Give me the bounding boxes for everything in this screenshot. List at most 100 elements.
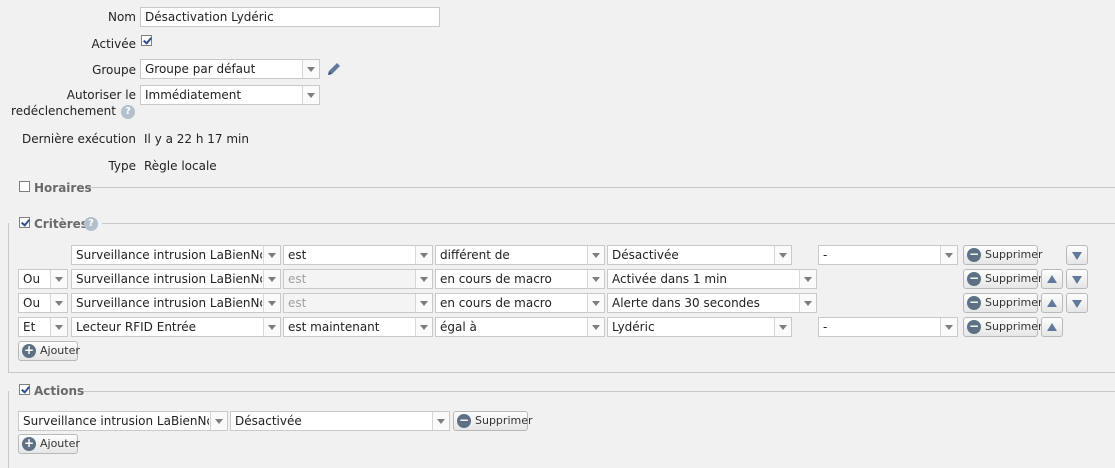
- criteria-device-select[interactable]: Surveillance intrusion LaBienNommée: [71, 293, 281, 313]
- delete-criteria-button[interactable]: − Supprimer: [963, 269, 1043, 289]
- criteria-connector-select[interactable]: Ou: [18, 269, 68, 289]
- name-input[interactable]: Désactivation Lydéric: [140, 7, 440, 27]
- criteria-connector-select[interactable]: Ou: [18, 293, 68, 313]
- move-down-button[interactable]: [1066, 245, 1088, 265]
- criteria-operator-select[interactable]: est: [283, 269, 433, 289]
- chevron-down-icon: [415, 294, 432, 312]
- criteria-device-select[interactable]: Surveillance intrusion LaBienNommée: [71, 269, 281, 289]
- criteria-extra-select[interactable]: -: [818, 317, 958, 337]
- criteria-value-select-value: Désactivée: [612, 248, 679, 262]
- action-value-select[interactable]: Désactivée: [230, 411, 450, 431]
- criteria-value-select[interactable]: Activée dans 1 min: [607, 269, 817, 289]
- help-icon[interactable]: ?: [121, 105, 135, 119]
- criteria-comparison-select-value: égal à: [440, 320, 477, 334]
- criteria-comparison-select[interactable]: égal à: [435, 317, 605, 337]
- criteria-connector-select-value: Et: [23, 320, 36, 334]
- schedules-checkbox[interactable]: [19, 181, 30, 192]
- criteria-value-select[interactable]: Désactivée: [607, 245, 792, 265]
- schedules-divider: [88, 187, 1115, 188]
- criteria-operator-select[interactable]: est: [283, 293, 433, 313]
- criteria-value-select-value: Activée dans 1 min: [612, 272, 728, 286]
- move-down-button[interactable]: [1066, 269, 1088, 289]
- add-action-button[interactable]: + Ajouter: [18, 434, 80, 454]
- criteria-value-select-value: Alerte dans 30 secondes: [612, 296, 760, 310]
- retrigger-select-value: Immédiatement: [145, 88, 242, 102]
- criteria-value-select[interactable]: Alerte dans 30 secondes: [607, 293, 817, 313]
- move-up-button[interactable]: [1041, 269, 1063, 289]
- chevron-down-icon: [587, 246, 604, 264]
- criteria-comparison-select-value: en cours de macro: [440, 272, 552, 286]
- criteria-operator-select[interactable]: est maintenant: [283, 317, 433, 337]
- last-run-value: Il y a 22 h 17 min: [144, 132, 249, 146]
- minus-icon: −: [967, 247, 981, 262]
- delete-criteria-button[interactable]: − Supprimer: [963, 293, 1043, 313]
- criteria-device-select-value: Surveillance intrusion LaBienNommée: [76, 296, 262, 310]
- action-device-value: Surveillance intrusion LaBienNommée: [23, 414, 209, 428]
- add-action-label: Ajouter: [40, 437, 80, 450]
- chevron-down-icon: [263, 318, 280, 336]
- criteria-device-select[interactable]: Surveillance intrusion LaBienNommée: [71, 245, 281, 265]
- criteria-extra-select[interactable]: -: [818, 245, 958, 265]
- chevron-down-icon: [50, 270, 67, 288]
- group-select[interactable]: Groupe par défaut: [140, 59, 320, 79]
- criteria-comparison-select-value: en cours de macro: [440, 296, 552, 310]
- chevron-down-icon: [263, 246, 280, 264]
- chevron-down-icon: [774, 246, 791, 264]
- chevron-down-icon: [415, 270, 432, 288]
- active-checkbox[interactable]: [141, 35, 152, 46]
- criteria-comparison-select[interactable]: en cours de macro: [435, 293, 605, 313]
- minus-icon: −: [967, 319, 981, 334]
- plus-icon: +: [22, 343, 36, 358]
- criteria-comparison-select[interactable]: différent de: [435, 245, 605, 265]
- type-label: Type: [108, 159, 136, 173]
- move-down-button[interactable]: [1066, 293, 1088, 313]
- chevron-down-icon: [263, 270, 280, 288]
- delete-criteria-button[interactable]: − Supprimer: [963, 245, 1043, 265]
- criteria-device-select-value: Surveillance intrusion LaBienNommée: [76, 248, 262, 262]
- delete-action-label: Supprimer: [475, 414, 533, 427]
- criteria-connector-select-value: Ou: [23, 296, 41, 310]
- criteria-connector-select[interactable]: Et: [18, 317, 68, 337]
- criteria-operator-select[interactable]: est: [283, 245, 433, 265]
- actions-title: Actions: [34, 384, 85, 398]
- chevron-down-icon: [940, 318, 957, 336]
- group-select-value: Groupe par défaut: [145, 62, 256, 76]
- last-run-label: Dernière exécution: [21, 132, 136, 146]
- action-device-select[interactable]: Surveillance intrusion LaBienNommée: [18, 411, 228, 431]
- retrigger-label-line2: redéclenchement: [11, 104, 116, 118]
- active-label: Activée: [91, 37, 136, 51]
- retrigger-select[interactable]: Immédiatement: [140, 85, 320, 105]
- actions-checkbox[interactable]: [19, 384, 30, 395]
- add-criteria-button[interactable]: + Ajouter: [18, 341, 80, 361]
- criteria-device-select[interactable]: Lecteur RFID Entrée: [71, 317, 281, 337]
- move-up-button[interactable]: [1041, 293, 1063, 313]
- minus-icon: −: [967, 271, 981, 286]
- delete-criteria-label: Supprimer: [985, 272, 1043, 285]
- type-value: Règle locale: [144, 159, 217, 173]
- criteria-border-left: [8, 223, 9, 373]
- name-label: Nom: [107, 10, 136, 24]
- edit-pencil-icon[interactable]: [325, 60, 343, 78]
- minus-icon: −: [967, 295, 981, 310]
- delete-action-button[interactable]: − Supprimer: [453, 411, 533, 431]
- criteria-operator-select-value: est: [288, 272, 307, 286]
- delete-criteria-button[interactable]: − Supprimer: [963, 317, 1043, 337]
- chevron-down-icon: [50, 318, 67, 336]
- chevron-down-icon: [799, 270, 816, 288]
- criteria-operator-select-value: est maintenant: [288, 320, 380, 334]
- plus-icon: +: [22, 436, 36, 451]
- criteria-divider-top: [102, 223, 1115, 224]
- criteria-value-select-value: Lydéric: [612, 320, 655, 334]
- help-icon[interactable]: ?: [84, 217, 98, 231]
- move-up-button[interactable]: [1041, 317, 1063, 337]
- criteria-extra-select-value: -: [823, 320, 828, 334]
- criteria-title: Critères: [34, 217, 88, 231]
- criteria-device-select-value: Lecteur RFID Entrée: [76, 320, 197, 334]
- criteria-comparison-select[interactable]: en cours de macro: [435, 269, 605, 289]
- criteria-operator-select-value: est: [288, 248, 307, 262]
- chevron-down-icon: [263, 294, 280, 312]
- criteria-checkbox[interactable]: [19, 217, 30, 228]
- add-criteria-label: Ajouter: [40, 344, 80, 357]
- criteria-value-select[interactable]: Lydéric: [607, 317, 792, 337]
- criteria-device-select-value: Surveillance intrusion LaBienNommée: [76, 272, 262, 286]
